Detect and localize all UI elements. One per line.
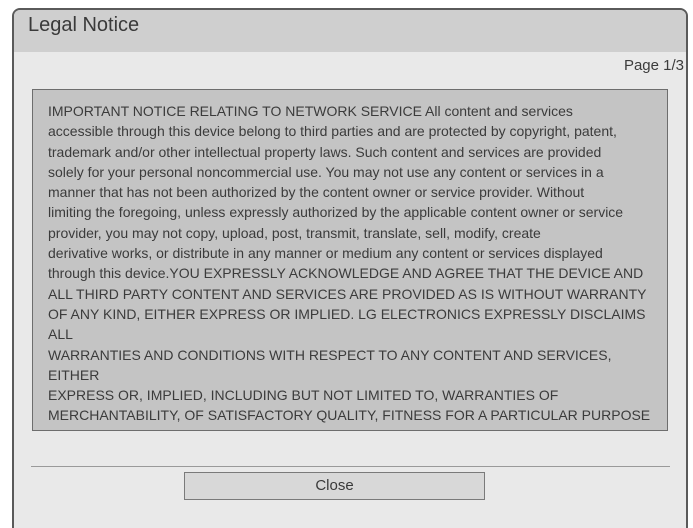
notice-text: IMPORTANT NOTICE RELATING TO NETWORK SER…: [48, 103, 651, 424]
dialog-title-bar: Legal Notice: [14, 10, 686, 52]
footer-divider: [31, 466, 670, 467]
dialog-title: Legal Notice: [28, 14, 140, 36]
notice-text-area[interactable]: IMPORTANT NOTICE RELATING TO NETWORK SER…: [32, 89, 668, 431]
legal-notice-dialog: Legal Notice Page 1/3 IMPORTANT NOTICE R…: [12, 8, 688, 528]
page-indicator: Page 1/3: [623, 57, 684, 74]
close-button[interactable]: Close: [184, 472, 485, 500]
